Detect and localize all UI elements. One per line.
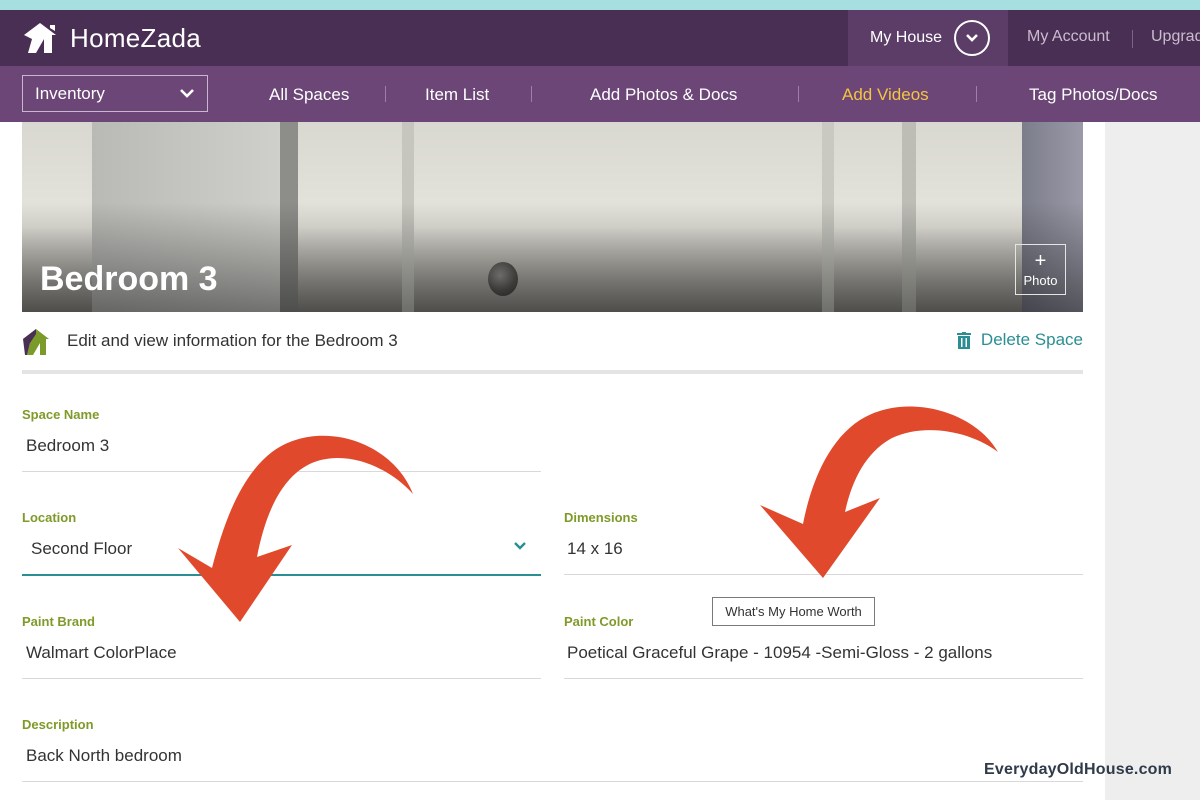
header-divider — [1132, 30, 1133, 48]
delete-space-label: Delete Space — [980, 330, 1083, 349]
home-worth-tooltip: What's My Home Worth — [712, 597, 875, 626]
nav-item-list[interactable]: Item List — [425, 85, 489, 105]
info-text: Edit and view information for the Bedroo… — [67, 331, 398, 350]
nav-divider — [531, 86, 532, 102]
site-watermark: EverydayOldHouse.com — [984, 761, 1173, 778]
location-select[interactable]: Second Floor — [31, 539, 132, 559]
dimensions-field[interactable]: Dimensions 14 x 16 — [564, 510, 1083, 578]
add-photo-button[interactable]: + Photo — [1015, 244, 1066, 295]
house-logo-icon — [24, 23, 56, 53]
location-label: Location — [22, 510, 77, 525]
paint-color-input[interactable]: Poetical Graceful Grape - 10954 -Semi-Gl… — [567, 643, 992, 663]
space-name-input[interactable]: Bedroom 3 — [26, 436, 109, 456]
nav-divider — [385, 86, 386, 102]
nav-tag-photos-docs[interactable]: Tag Photos/Docs — [1029, 85, 1158, 105]
dimensions-underline — [564, 574, 1083, 575]
nav-add-photos-docs[interactable]: Add Photos & Docs — [590, 85, 737, 105]
description-input[interactable]: Back North bedroom — [26, 746, 182, 766]
house-logo-icon — [23, 329, 49, 355]
homezada-logo[interactable]: HomeZada — [22, 20, 201, 56]
chevron-down-icon — [966, 34, 978, 42]
dimensions-input[interactable]: 14 x 16 — [567, 539, 623, 559]
paint-color-underline — [564, 678, 1083, 679]
app-header: HomeZada My House My Account Upgrade — [0, 10, 1200, 66]
info-divider — [22, 370, 1083, 374]
paint-brand-underline — [22, 678, 541, 679]
nav-divider — [798, 86, 799, 102]
paint-color-label: Paint Color — [564, 614, 634, 629]
nav-all-spaces[interactable]: All Spaces — [269, 85, 349, 105]
nav-add-videos[interactable]: Add Videos — [842, 85, 929, 105]
delete-space-button[interactable]: Delete Space — [956, 330, 1083, 350]
my-house-label: My House — [870, 29, 943, 46]
space-name-label: Space Name — [22, 407, 100, 422]
top-accent-strip — [0, 0, 1200, 10]
my-house-dropdown-button[interactable] — [954, 20, 990, 56]
space-name-field[interactable]: Space Name Bedroom 3 — [22, 407, 541, 473]
space-title: Bedroom 3 — [40, 260, 218, 298]
space-banner-image: Bedroom 3 + Photo — [22, 122, 1083, 312]
section-select-value: Inventory — [35, 83, 105, 103]
app-name: HomeZada — [70, 22, 202, 53]
dimensions-label: Dimensions — [564, 510, 638, 525]
paint-brand-field[interactable]: Paint Brand Walmart ColorPlace — [22, 614, 541, 680]
plus-icon: + — [1034, 249, 1047, 272]
paint-brand-input[interactable]: Walmart ColorPlace — [26, 643, 177, 663]
location-field[interactable]: Location Second Floor — [22, 510, 541, 578]
paint-brand-label: Paint Brand — [22, 614, 95, 629]
right-gutter — [1105, 122, 1200, 800]
sub-navigation: Inventory All Spaces Item List Add Photo… — [0, 66, 1200, 122]
nav-divider — [976, 86, 977, 102]
my-account-link[interactable]: My Account — [1027, 28, 1110, 46]
chevron-down-icon[interactable] — [513, 540, 527, 552]
space-info-row: Edit and view information for the Bedroo… — [22, 322, 1083, 362]
my-house-menu[interactable]: My House — [848, 10, 1008, 66]
description-underline — [22, 781, 1083, 782]
location-underline — [22, 574, 541, 576]
chevron-down-icon — [180, 89, 194, 98]
space-name-underline — [22, 471, 541, 472]
section-select[interactable]: Inventory — [22, 75, 208, 112]
add-photo-label: Photo — [1023, 272, 1058, 288]
upgrade-link[interactable]: Upgrade — [1151, 28, 1200, 46]
trash-icon — [956, 331, 971, 349]
description-field[interactable]: Description Back North bedroom — [22, 717, 1083, 785]
description-label: Description — [22, 717, 94, 732]
